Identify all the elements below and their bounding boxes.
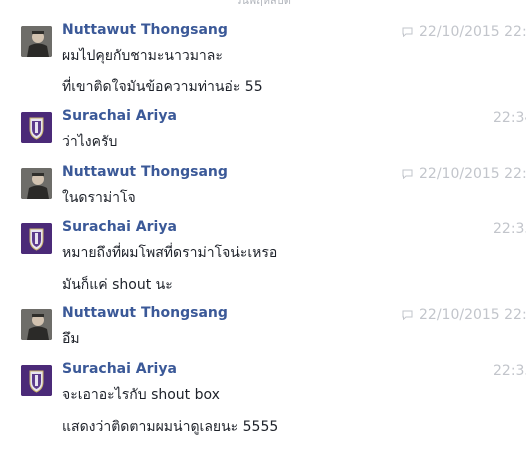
message-text: ในดราม่าโจ (62, 190, 136, 206)
message-text: หมายถึงที่ผมโพสที่ดราม่าโจน่ะเหรอ (62, 245, 278, 261)
sender-avatar[interactable] (21, 223, 52, 254)
message-text: จะเอาอะไรกับ shout box (62, 387, 220, 403)
chat-bubble-icon (402, 169, 413, 179)
timestamp-text: 22:35 (493, 221, 526, 237)
message-text: ผมไปคุยกับชามะนาวมาละ (62, 48, 223, 64)
sender-avatar[interactable] (21, 365, 52, 396)
message-timestamp: 22:35 (493, 221, 526, 237)
message-text: ที่เขาติดใจมันข้อความท่านอ่ะ 55 (62, 79, 263, 95)
message-timestamp: 22/10/2015 22:34 (402, 24, 526, 40)
message-text: แสดงว่าติดตามผมน่าดูเลยนะ 5555 (62, 419, 279, 435)
sender-name[interactable]: Surachai Ariya (62, 219, 177, 235)
sender-name[interactable]: Surachai Ariya (62, 108, 177, 124)
message-timestamp: 22/10/2015 22:35 (402, 307, 526, 323)
sender-name[interactable]: Nuttawut Thongsang (62, 305, 228, 321)
message-timestamp: 22/10/2015 22:34 (402, 166, 526, 182)
message-timestamp: 22:35 (493, 363, 526, 379)
sender-name[interactable]: Nuttawut Thongsang (62, 22, 228, 38)
message-text: ว่าไงครับ (62, 134, 118, 150)
message-text: อึม (62, 331, 80, 347)
sender-avatar[interactable] (21, 309, 52, 340)
timestamp-text: 22:34 (493, 110, 526, 126)
sender-name[interactable]: Surachai Ariya (62, 361, 177, 377)
timestamp-text: 22/10/2015 22:35 (419, 307, 526, 323)
date-separator: วันพฤหัสบดี (235, 0, 291, 7)
timestamp-text: 22/10/2015 22:34 (419, 24, 526, 40)
sender-avatar[interactable] (21, 168, 52, 199)
sender-name[interactable]: Nuttawut Thongsang (62, 164, 228, 180)
message-text: มันก็แค่ shout นะ (62, 277, 173, 293)
timestamp-text: 22/10/2015 22:34 (419, 166, 526, 182)
chat-bubble-icon (402, 27, 413, 37)
message-timestamp: 22:34 (493, 110, 526, 126)
chat-bubble-icon (402, 310, 413, 320)
sender-avatar[interactable] (21, 26, 52, 57)
sender-avatar[interactable] (21, 112, 52, 143)
timestamp-text: 22:35 (493, 363, 526, 379)
